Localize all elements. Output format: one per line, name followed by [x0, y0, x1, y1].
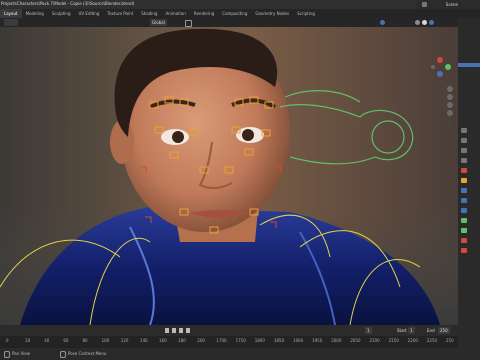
ruler-tick: 2150 [388, 338, 399, 343]
mouse-icon [4, 351, 10, 358]
scene-tab-icon[interactable] [461, 158, 467, 163]
play-reverse-icon[interactable] [172, 328, 176, 333]
render-tab-icon[interactable] [461, 138, 467, 143]
scene-selector[interactable]: Scene [416, 0, 480, 9]
overlay-icon[interactable] [380, 20, 385, 25]
shading-rendered-icon[interactable] [429, 20, 434, 25]
iris-left [172, 131, 184, 143]
tab-geometry-nodes[interactable]: Geometry Nodes [251, 9, 293, 18]
tab-scripting[interactable]: Scripting [293, 9, 319, 18]
ruler-tick: 2050 [350, 338, 361, 343]
scene-label: Scene [445, 2, 458, 7]
ruler-tick: 140 [139, 338, 148, 343]
tab-uv-editing[interactable]: UV Editing [75, 9, 104, 18]
object-tab-icon[interactable] [461, 178, 467, 183]
jump-start-icon[interactable] [165, 328, 169, 333]
ruler-tick: 1950 [312, 338, 323, 343]
modifier-tab-icon[interactable] [461, 188, 467, 193]
texture-tab-icon[interactable] [461, 248, 467, 253]
status-bar: Pan View Pose Context Menu [0, 348, 458, 360]
ruler-tick: 0 [6, 338, 9, 343]
ruler-tick: 200 [197, 338, 205, 343]
viewport-scene [0, 28, 458, 325]
ruler-tick: 250 [446, 338, 454, 343]
window-title: ProjectsCharacters\Pack 7\Model - Copie … [1, 1, 135, 6]
outliner-selected-row[interactable] [458, 63, 480, 67]
navigation-gizmo[interactable] [431, 57, 451, 77]
tab-sculpting[interactable]: Sculpting [48, 9, 75, 18]
ruler-tick: 1900 [292, 338, 304, 343]
current-frame-field[interactable]: 1 [365, 327, 372, 334]
constraint-tab-icon[interactable] [461, 208, 467, 213]
tab-animation[interactable]: Animation [161, 9, 189, 18]
jump-end-icon[interactable] [186, 328, 190, 333]
snap-icon[interactable] [185, 20, 192, 27]
title-bar: ProjectsCharacters\Pack 7\Model - Copie … [0, 0, 480, 9]
tab-compositing[interactable]: Compositing [218, 9, 251, 18]
ruler-tick: 2200 [407, 338, 418, 343]
3d-viewport[interactable] [0, 27, 458, 325]
ruler-tick: 20 [25, 338, 31, 343]
world-tab-icon[interactable] [461, 168, 467, 173]
mouse-right-icon [60, 351, 66, 358]
shading-solid-icon[interactable] [415, 20, 420, 25]
viewport-header: Global Pose Options [0, 18, 458, 35]
frame-ruler[interactable]: 0 20 40 60 80 100 120 140 160 180 200 1700 1750 1800 1… [0, 336, 458, 348]
properties-tabs [458, 18, 480, 360]
ruler-tick: 180 [178, 338, 186, 343]
ruler-tick: 2100 [369, 338, 380, 343]
viewport-nav-buttons[interactable] [447, 86, 453, 116]
physics-tab-icon[interactable] [461, 198, 467, 203]
play-icon[interactable] [179, 328, 183, 333]
ruler-tick: 120 [120, 338, 129, 343]
tab-layout[interactable]: Layout [0, 9, 22, 18]
head-rig-outline [279, 90, 414, 165]
context-menu-hint: Pose Context Menu [68, 351, 107, 356]
ruler-tick: 1800 [254, 338, 265, 343]
ruler-tick: 60 [63, 338, 69, 343]
end-frame-field[interactable]: 250 [438, 327, 450, 334]
ruler-tick: 1750 [235, 338, 246, 343]
data-tab-icon[interactable] [461, 218, 467, 223]
shading-material-icon[interactable] [422, 20, 427, 25]
ruler-tick: 160 [159, 338, 167, 343]
ruler-tick: 1850 [273, 338, 284, 343]
workspace-tabs: Layout Modeling Sculpting UV Editing Texture… [0, 9, 480, 18]
material-tab-icon[interactable] [461, 238, 467, 243]
end-frame-label: End [427, 328, 435, 333]
tab-rendering[interactable]: Rendering [190, 9, 218, 18]
start-frame-field[interactable]: 1 [408, 327, 415, 334]
tab-modeling[interactable]: Modeling [22, 9, 48, 18]
ruler-tick: 80 [82, 338, 88, 343]
output-tab-icon[interactable] [461, 148, 467, 153]
ruler-tick: 100 [101, 338, 110, 343]
ruler-tick: 1700 [216, 338, 227, 343]
pan-view-hint: Pan View [12, 351, 30, 356]
tab-shading[interactable]: Shading [137, 9, 161, 18]
tool-tab-icon[interactable] [461, 128, 467, 133]
bone-tab-icon[interactable] [461, 228, 467, 233]
tab-texture-paint[interactable]: Texture Paint [103, 9, 137, 18]
view-menu-button[interactable] [4, 19, 18, 26]
transform-orientation-dropdown[interactable]: Global [150, 19, 167, 26]
iris-right [242, 129, 254, 141]
start-frame-label: Start [397, 328, 407, 333]
ruler-tick: 2250 [426, 338, 438, 343]
ruler-tick: 2000 [331, 338, 342, 343]
timeline-header: 1 Start 1 End 250 [0, 325, 458, 336]
scene-icon [422, 2, 427, 7]
ruler-tick: 40 [44, 338, 50, 343]
